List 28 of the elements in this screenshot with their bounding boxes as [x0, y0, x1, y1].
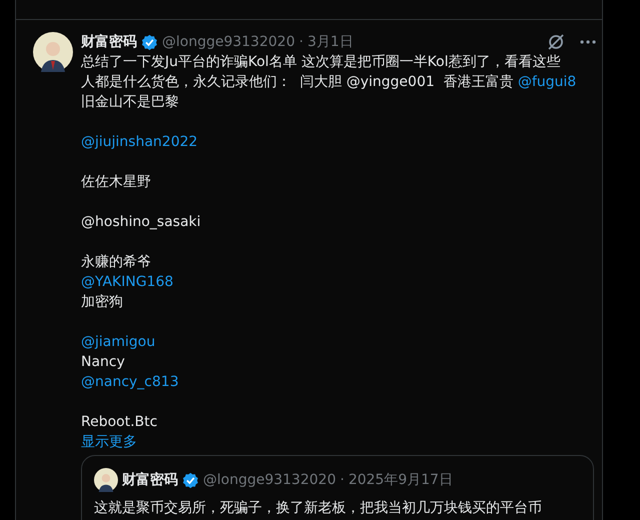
quoted-post-text: 这就是聚币交易所，死骗子，换了新老板，把我当初几万块钱买的平台币 [94, 499, 543, 518]
separator: · [298, 34, 304, 50]
show-more-link[interactable]: 显示更多 [81, 434, 137, 450]
mention-link[interactable]: @nancy_c813 [81, 374, 179, 390]
post-date: 2025年9月17日 [348, 471, 453, 489]
quoted-post-card[interactable]: 财富密码 @longge93132020 · 2025年9月17日 这就是聚币交易所，死骗子，换了新老板，把我当初几万块钱买的平台币 [81, 455, 594, 520]
author-name: 财富密码 [122, 471, 178, 489]
post-text: 佐佐木星野 [81, 174, 151, 190]
user-handle[interactable]: @longge93132020 [162, 34, 295, 50]
post-date[interactable]: 3月1日 [307, 33, 354, 51]
post-text: Nancy [81, 354, 125, 370]
user-handle: @longge93132020 [203, 472, 336, 488]
avatar [94, 468, 118, 492]
mention-link[interactable]: @YAKING168 [81, 274, 174, 290]
post-text: 总结了一下发Ju平台的诈骗Kol名单 这次算是把币圈一半Kol惹到了，看看这些 [81, 54, 560, 70]
post-text: Reboot.Btc [81, 414, 158, 430]
mention-link[interactable]: @jiamigou [81, 334, 156, 350]
mention-link[interactable]: @fugui8 [518, 74, 576, 90]
mention-link[interactable]: @jiujinshan2022 [81, 134, 198, 150]
author-name[interactable]: 财富密码 [81, 33, 137, 51]
post-text: 加密狗 [81, 294, 123, 310]
avatar[interactable] [33, 32, 73, 72]
slashed-circle-icon[interactable] [546, 32, 566, 52]
post-text: 旧金山不是巴黎 [81, 94, 179, 110]
post-text: 人都是什么货色，永久记录他们： 闫大胆 @yingge001 香港王富贵 [81, 74, 514, 90]
post-text: 永赚的希爷 [81, 254, 151, 270]
post-text: @hoshino_sasaki [81, 214, 201, 230]
separator: · [340, 472, 344, 488]
